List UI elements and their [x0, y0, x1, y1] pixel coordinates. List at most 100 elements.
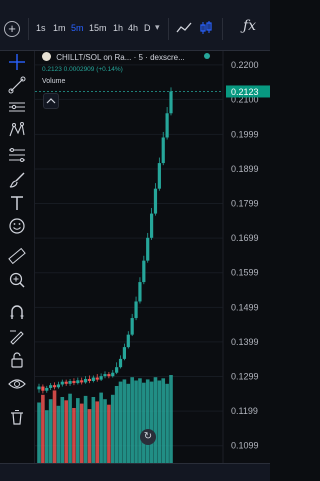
collapse-legend-button[interactable] — [43, 93, 59, 109]
volume-bar — [56, 405, 61, 463]
magnet-icon[interactable] — [8, 303, 26, 321]
pattern-icon[interactable] — [8, 121, 26, 139]
eye-icon[interactable] — [8, 375, 26, 393]
volume-bar — [64, 400, 68, 463]
add-symbol-button[interactable]: + — [4, 21, 20, 37]
horizontal-lines-icon[interactable] — [8, 98, 26, 116]
trend-line-icon[interactable] — [8, 76, 26, 94]
volume-bar — [149, 381, 154, 463]
interval-1s[interactable]: 1s — [36, 23, 46, 33]
volume-bar — [134, 380, 138, 463]
candle-body — [87, 378, 92, 382]
market-status-dot — [204, 53, 210, 59]
candle-body — [149, 213, 154, 238]
volume-bar — [95, 401, 100, 463]
candle-body — [107, 374, 111, 377]
y-axis-tick-label: 0.1799 — [231, 199, 259, 209]
volume-bar — [153, 377, 158, 463]
interval-5m[interactable]: 5m — [71, 23, 84, 33]
candle-body — [99, 376, 103, 380]
volume-bar — [145, 379, 150, 463]
volume-bar — [118, 381, 123, 463]
candle-body — [76, 380, 80, 384]
candle-body — [68, 381, 72, 384]
interval-1h[interactable]: 1h — [113, 23, 123, 33]
candle-body — [122, 347, 127, 359]
legend-interval: 5 — [138, 53, 143, 62]
volume-bar — [107, 404, 111, 463]
text-icon[interactable] — [8, 194, 26, 212]
trash-icon[interactable] — [8, 408, 26, 426]
volume-bar — [169, 375, 173, 463]
candle-body — [45, 387, 49, 391]
y-axis-tick-label: 0.1099 — [231, 441, 259, 451]
interval-d[interactable]: D — [144, 23, 151, 33]
candle-body — [49, 385, 53, 388]
candle-body — [130, 318, 134, 335]
interval-15m[interactable]: 15m — [89, 23, 107, 33]
volume-bar — [60, 397, 65, 463]
volume-bar — [87, 409, 92, 463]
interval-4h[interactable]: 4h — [128, 23, 138, 33]
legend-source: dexscre... — [150, 53, 185, 62]
candle-body — [95, 377, 99, 380]
drawing-mode-icon[interactable] — [8, 327, 26, 345]
top-toolbar: + 1s 1m 5m 15m 1h 4h D ▾ ƒx — [0, 0, 270, 51]
volume-bar — [122, 379, 127, 463]
symbol-legend[interactable]: CHILLT/SOL on Ra... · 5 · dexscre... — [42, 52, 217, 64]
volume-label: Volume — [42, 78, 66, 85]
candle-body — [56, 384, 61, 388]
ruler-icon[interactable] — [8, 247, 26, 265]
y-axis-tick-label: 0.2200 — [231, 60, 259, 70]
y-axis-tick-label: 0.1599 — [231, 268, 259, 278]
candle-body — [142, 260, 146, 283]
price-change-readout: 0.2123 0.0002909 (+0.14%) — [42, 66, 123, 73]
y-axis-tick-label: 0.1699 — [231, 233, 259, 243]
candle-body — [41, 386, 45, 391]
chevron-down-icon[interactable]: ▾ — [155, 22, 160, 33]
reset-chart-button[interactable]: ↻ — [140, 429, 156, 445]
candle-body — [64, 381, 68, 384]
emoji-icon[interactable] — [8, 217, 26, 235]
candle-body — [80, 380, 84, 383]
toolbar-divider — [222, 18, 223, 40]
candle-body — [60, 381, 64, 385]
volume-bar — [37, 402, 41, 463]
crosshair-icon[interactable] — [8, 53, 26, 71]
fib-icon[interactable] — [8, 146, 26, 164]
volume-bar — [138, 378, 142, 463]
indicators-icon[interactable]: ƒx — [243, 18, 256, 34]
candle-body — [91, 377, 95, 382]
volume-bar — [99, 392, 103, 463]
volume-bar — [103, 399, 107, 463]
candle-body — [37, 386, 41, 390]
candle-body — [72, 381, 76, 384]
brush-icon[interactable] — [8, 171, 26, 189]
line-chart-icon[interactable] — [176, 20, 192, 36]
candle-body — [134, 301, 138, 319]
candlestick-icon[interactable] — [198, 20, 214, 36]
candle-body — [165, 113, 169, 138]
volume-bar — [76, 398, 80, 463]
volume-bar — [68, 393, 72, 463]
volume-bar — [72, 408, 76, 463]
candle-body — [115, 367, 119, 373]
toolbar-divider — [28, 18, 29, 40]
y-axis-tick-label: 0.1899 — [231, 164, 259, 174]
candle-body — [52, 385, 57, 388]
interval-1m[interactable]: 1m — [53, 23, 66, 33]
bottom-bar — [0, 463, 270, 481]
zoom-in-icon[interactable] — [8, 271, 26, 289]
price-chart[interactable]: 0.22000.21000.19990.18990.17990.16990.15… — [35, 51, 270, 463]
volume-bar — [44, 410, 49, 463]
last-price-label: 0.2123 — [231, 87, 259, 97]
candle-body — [111, 372, 115, 377]
lock-icon[interactable] — [8, 351, 26, 369]
candle-body — [126, 334, 130, 348]
candle-body — [118, 358, 123, 368]
symbol-name: CHILLT/SOL on Ra... — [56, 53, 132, 62]
volume-bar — [52, 390, 57, 463]
volume-bar — [48, 399, 53, 463]
y-axis-tick-label: 0.1499 — [231, 302, 259, 312]
candle-body — [153, 188, 158, 214]
